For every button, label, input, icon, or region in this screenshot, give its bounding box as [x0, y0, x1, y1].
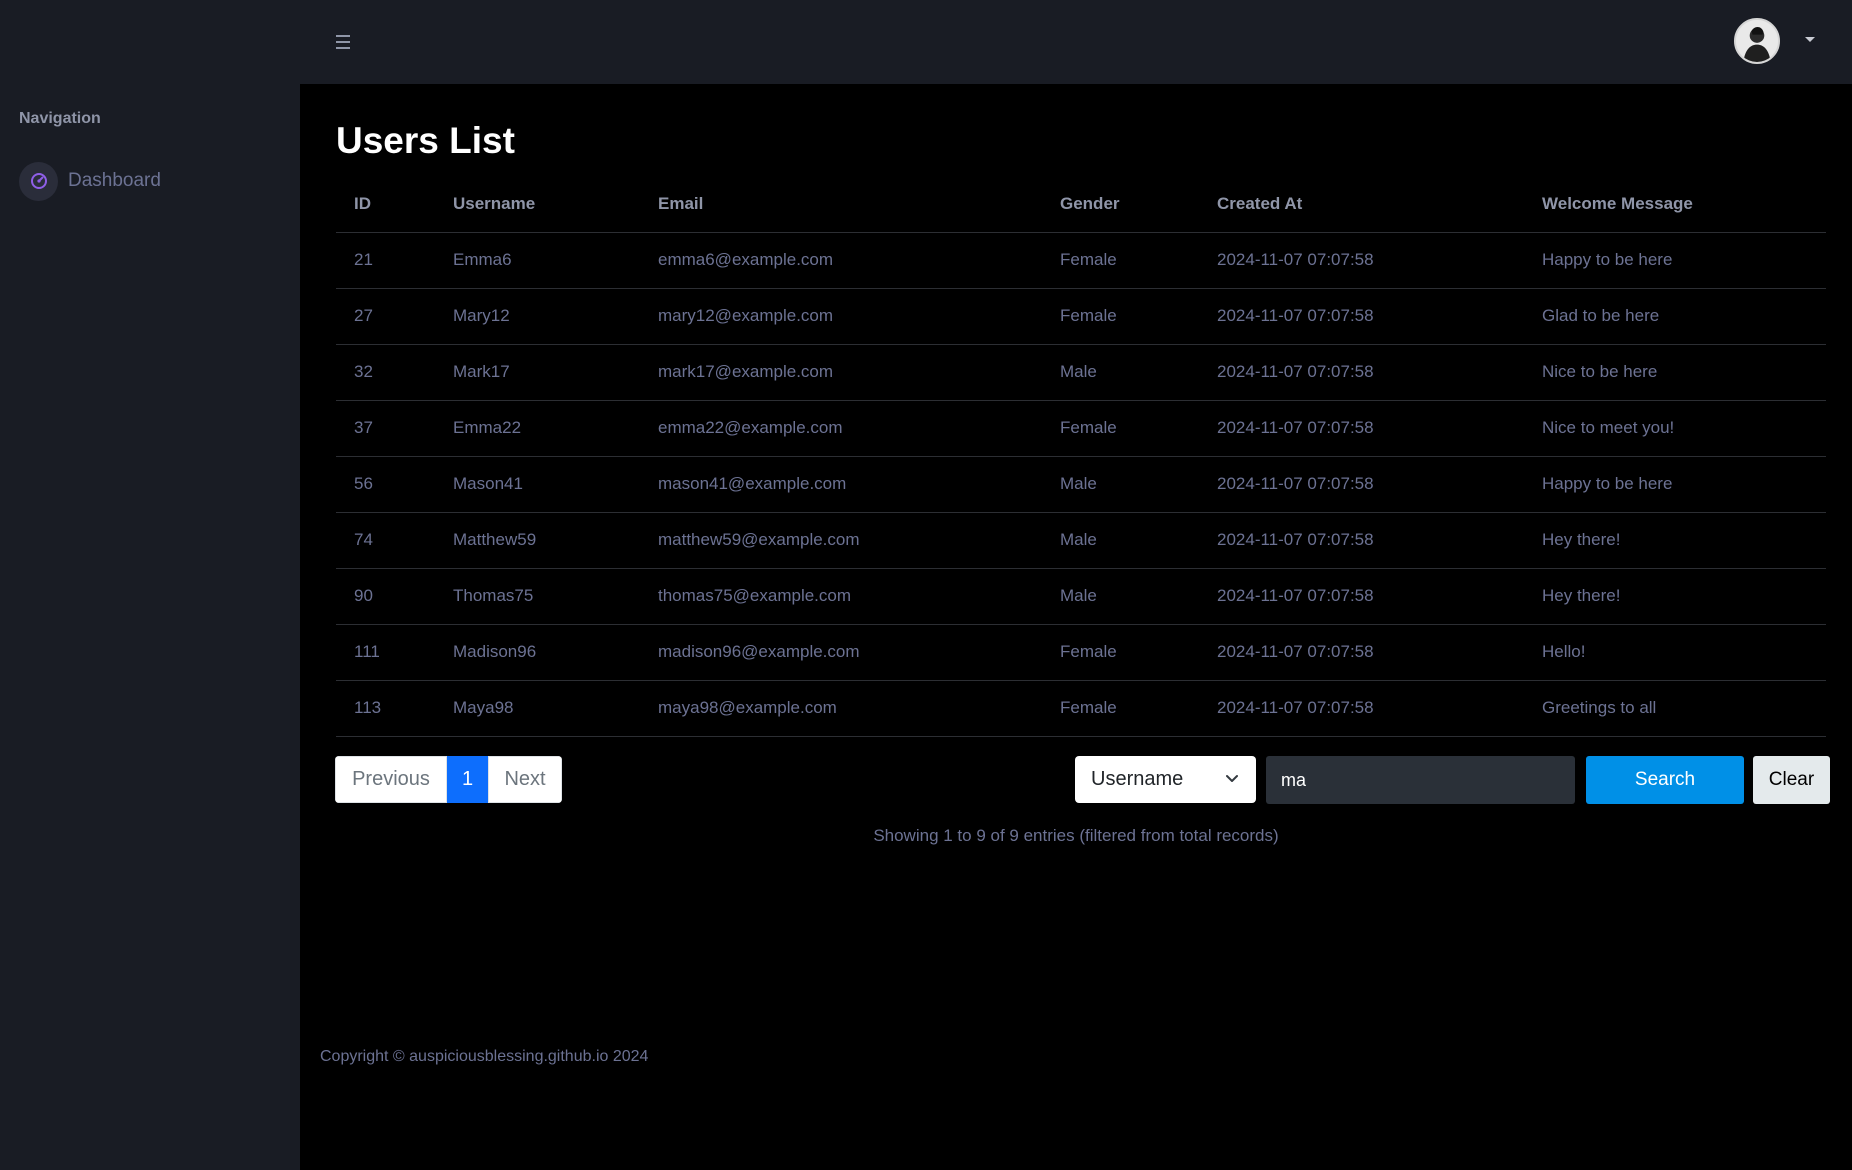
cell-email: emma22@example.com: [640, 400, 1042, 457]
cell-created-at: 2024-11-07 07:07:58: [1199, 400, 1524, 457]
cell-username: Matthew59: [435, 512, 640, 569]
table-row: 21 Emma6 emma6@example.com Female 2024-1…: [336, 232, 1826, 289]
sidebar-item-dashboard[interactable]: Dashboard: [19, 160, 289, 202]
column-header: Email: [640, 176, 1042, 233]
cell-username: Mason41: [435, 456, 640, 513]
next-page-button[interactable]: Next: [488, 756, 562, 803]
cell-id: 21: [336, 232, 435, 289]
table-row: 90 Thomas75 thomas75@example.com Male 20…: [336, 568, 1826, 625]
table-row: 74 Matthew59 matthew59@example.com Male …: [336, 512, 1826, 569]
table-row: 111 Madison96 madison96@example.com Fema…: [336, 624, 1826, 681]
cell-email: mary12@example.com: [640, 288, 1042, 345]
cell-welcome-message: Happy to be here: [1524, 456, 1826, 513]
speedometer-icon: [19, 161, 58, 201]
table-row: 56 Mason41 mason41@example.com Male 2024…: [336, 456, 1826, 513]
users-table: ID Username Email Gender Created At Welc…: [336, 176, 1826, 737]
cell-id: 113: [336, 680, 435, 737]
cell-gender: Male: [1042, 568, 1199, 625]
cell-id: 74: [336, 512, 435, 569]
caret-down-icon[interactable]: [1802, 33, 1818, 49]
search-button[interactable]: Search: [1586, 756, 1744, 804]
cell-email: thomas75@example.com: [640, 568, 1042, 625]
cell-created-at: 2024-11-07 07:07:58: [1199, 680, 1524, 737]
cell-gender: Female: [1042, 624, 1199, 681]
cell-created-at: 2024-11-07 07:07:58: [1199, 512, 1524, 569]
cell-email: mark17@example.com: [640, 344, 1042, 401]
sidebar: Navigation Dashboard: [0, 84, 300, 1170]
search-field-select[interactable]: Username: [1075, 756, 1256, 803]
column-header: ID: [336, 176, 435, 233]
cell-created-at: 2024-11-07 07:07:58: [1199, 288, 1524, 345]
column-header: Username: [435, 176, 640, 233]
sidebar-heading: Navigation: [19, 110, 101, 127]
sidebar-item-label: Dashboard: [68, 170, 161, 191]
page-title: Users List: [336, 120, 515, 161]
avatar-icon: [1736, 20, 1778, 62]
cell-username: Madison96: [435, 624, 640, 681]
cell-id: 56: [336, 456, 435, 513]
cell-email: matthew59@example.com: [640, 512, 1042, 569]
cell-created-at: 2024-11-07 07:07:58: [1199, 344, 1524, 401]
cell-id: 90: [336, 568, 435, 625]
hamburger-menu-icon[interactable]: [331, 30, 355, 54]
cell-username: Thomas75: [435, 568, 640, 625]
cell-created-at: 2024-11-07 07:07:58: [1199, 568, 1524, 625]
cell-gender: Female: [1042, 288, 1199, 345]
table-row: 32 Mark17 mark17@example.com Male 2024-1…: [336, 344, 1826, 401]
table-row: 37 Emma22 emma22@example.com Female 2024…: [336, 400, 1826, 457]
cell-email: madison96@example.com: [640, 624, 1042, 681]
top-navbar: [0, 0, 1852, 84]
cell-welcome-message: Glad to be here: [1524, 288, 1826, 345]
search-input[interactable]: [1266, 756, 1575, 804]
cell-id: 111: [336, 624, 435, 681]
cell-gender: Male: [1042, 344, 1199, 401]
column-header: Gender: [1042, 176, 1199, 233]
cell-welcome-message: Greetings to all: [1524, 680, 1826, 737]
cell-email: emma6@example.com: [640, 232, 1042, 289]
table-row: 27 Mary12 mary12@example.com Female 2024…: [336, 288, 1826, 345]
clear-button[interactable]: Clear: [1753, 756, 1830, 804]
cell-id: 32: [336, 344, 435, 401]
cell-welcome-message: Hello!: [1524, 624, 1826, 681]
cell-username: Mark17: [435, 344, 640, 401]
user-avatar[interactable]: [1734, 18, 1780, 64]
cell-email: maya98@example.com: [640, 680, 1042, 737]
cell-welcome-message: Happy to be here: [1524, 232, 1826, 289]
table-info-text: Showing 1 to 9 of 9 entries (filtered fr…: [873, 826, 1279, 845]
cell-welcome-message: Nice to meet you!: [1524, 400, 1826, 457]
page-1-button[interactable]: 1: [447, 756, 488, 803]
chevron-down-icon: [1226, 775, 1238, 782]
cell-created-at: 2024-11-07 07:07:58: [1199, 232, 1524, 289]
cell-email: mason41@example.com: [640, 456, 1042, 513]
main-content: Users List ID Username Email Gender Crea…: [300, 84, 1852, 1170]
cell-welcome-message: Hey there!: [1524, 568, 1826, 625]
cell-gender: Female: [1042, 680, 1199, 737]
cell-gender: Female: [1042, 400, 1199, 457]
cell-username: Maya98: [435, 680, 640, 737]
app-root: Navigation Dashboard Users List ID Usern…: [0, 0, 1852, 1170]
cell-username: Emma22: [435, 400, 640, 457]
previous-page-button[interactable]: Previous: [335, 756, 447, 803]
pagination: Previous 1 Next: [335, 756, 562, 803]
cell-username: Mary12: [435, 288, 640, 345]
cell-created-at: 2024-11-07 07:07:58: [1199, 624, 1524, 681]
column-header: Created At: [1199, 176, 1524, 233]
cell-gender: Female: [1042, 232, 1199, 289]
column-header: Welcome Message: [1524, 176, 1826, 233]
cell-welcome-message: Hey there!: [1524, 512, 1826, 569]
cell-id: 27: [336, 288, 435, 345]
cell-username: Emma6: [435, 232, 640, 289]
cell-gender: Male: [1042, 512, 1199, 569]
cell-gender: Male: [1042, 456, 1199, 513]
search-field-selected: Username: [1091, 768, 1184, 790]
footer-copyright: Copyright © auspiciousblessing.github.io…: [320, 1048, 649, 1065]
cell-id: 37: [336, 400, 435, 457]
table-header-row: ID Username Email Gender Created At Welc…: [336, 176, 1826, 233]
table-row: 113 Maya98 maya98@example.com Female 202…: [336, 680, 1826, 737]
cell-created-at: 2024-11-07 07:07:58: [1199, 456, 1524, 513]
cell-welcome-message: Nice to be here: [1524, 344, 1826, 401]
